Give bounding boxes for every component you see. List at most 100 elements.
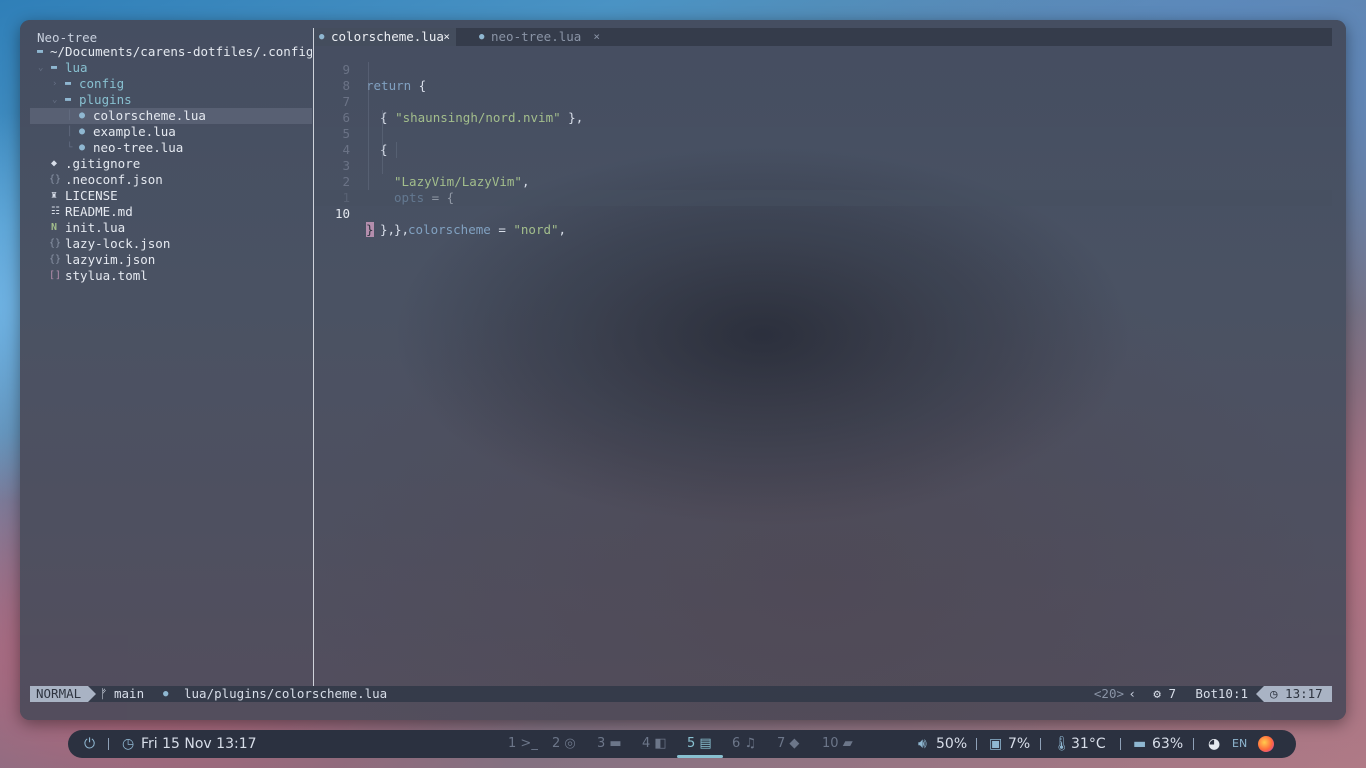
taskbar: ⏻ ◷ Fri 15 Nov 13:17 1 >_ 2 ◎ 3 ▬ 4 ◧ 5 … [68, 730, 1296, 758]
folder-icon: ▬ [65, 78, 72, 89]
tree-item-neo-tree-lua[interactable]: └ ● neo-tree.lua [30, 140, 312, 156]
clock-icon: ◷ [122, 736, 135, 752]
workspace-10[interactable]: 10 ▰ [822, 730, 853, 758]
workspace-2[interactable]: 2 ◎ [552, 730, 576, 758]
git-branch-icon: ᚠ [100, 686, 108, 701]
neovim-editor: Neo-tree ▬ ~/Documents/carens-dotfiles/.… [30, 28, 1332, 706]
toml-icon: [] [49, 270, 62, 281]
workspace-3[interactable]: 3 ▬ [597, 730, 622, 758]
mode-separator [88, 686, 96, 702]
code-line: 9 return { [342, 62, 427, 93]
tree-item-example-lua[interactable]: │ ● example.lua [30, 124, 312, 140]
temperature: 31°C [1071, 736, 1106, 752]
code-line: 4 opts = { [314, 126, 1332, 205]
statusline: NORMAL ᚠ main ● lua/plugins/colorscheme.… [30, 686, 1332, 702]
globe-icon: ◎ [564, 736, 576, 751]
box-icon: ◆ [789, 736, 800, 751]
editor-icon: ▤ [699, 736, 712, 751]
workspace-4[interactable]: 4 ◧ [642, 730, 667, 758]
chevron-down-icon: ⌄ [38, 63, 44, 73]
json-icon: {} [49, 174, 62, 185]
close-icon[interactable]: × [593, 28, 600, 46]
taskbar-separator [1040, 738, 1041, 750]
text-cursor: } [366, 222, 374, 237]
neovim-icon: N [51, 222, 58, 233]
tree-item-init-lua[interactable]: N init.lua [30, 220, 312, 236]
memory-usage: 63% [1152, 736, 1184, 752]
datetime[interactable]: Fri 15 Nov 13:17 [141, 730, 257, 758]
indent-guide: │ [67, 111, 73, 121]
code-buffer[interactable]: 9 return { 8 { "shaunsingh/nord.nvim" },… [314, 46, 1332, 686]
tree-item-config[interactable]: › ▬ config [30, 76, 312, 92]
chevron-down-icon: ⌄ [52, 95, 58, 105]
tree-item-plugins[interactable]: ⌄ ▬ plugins [30, 92, 312, 108]
code-line: 2 }, [314, 158, 1332, 237]
pending-keys: <20> [1093, 686, 1124, 701]
statusline-clock: ◷ 13:17 [1264, 686, 1332, 702]
tree-item-lazyvim-json[interactable]: {} lazyvim.json [30, 252, 312, 268]
neo-tree-root[interactable]: ▬ ~/Documents/carens-dotfiles/.config/n [30, 44, 312, 60]
code-line: 6 { [314, 94, 1332, 157]
tree-item-neoconf-json[interactable]: {} .neoconf.json [30, 172, 312, 188]
lua-icon: ● [163, 689, 169, 699]
git-branch: main [114, 686, 145, 701]
firefox-icon[interactable] [1258, 730, 1274, 758]
diagnostics: ⚙ 7 [1153, 686, 1176, 701]
power-icon[interactable]: ⏻ [84, 730, 95, 758]
workspace-5[interactable]: 5 ▤ [687, 730, 712, 758]
taskbar-separator [1193, 738, 1194, 750]
cpu-usage: 7% [1008, 736, 1031, 752]
thermometer-icon: 🌡︎ [1053, 736, 1071, 752]
lua-icon: ● [319, 32, 325, 42]
music-icon: ♫ [744, 736, 757, 751]
lua-icon: ● [79, 142, 86, 153]
keyboard-layout[interactable]: EN [1232, 730, 1247, 758]
code-line-current: 10 } [314, 190, 1332, 237]
lua-icon: ● [479, 32, 485, 42]
workspace-6[interactable]: 6 ♫ [732, 730, 756, 758]
taskbar-separator [1120, 738, 1121, 750]
folder-open-icon: ▬ [65, 94, 72, 105]
tree-item-stylua-toml[interactable]: [] stylua.toml [30, 268, 312, 284]
indent-guide: └ [67, 143, 73, 153]
json-icon: {} [49, 254, 62, 265]
code-line: 7 [314, 78, 1332, 109]
lua-icon: ● [79, 110, 86, 121]
scroll-position: Bot [1195, 686, 1218, 701]
close-icon[interactable]: × [443, 28, 450, 46]
file-path: lua/plugins/colorscheme.lua [184, 686, 388, 701]
memory-icon: ▬ [1133, 736, 1147, 752]
neo-tree-panel: Neo-tree ▬ ~/Documents/carens-dotfiles/.… [30, 28, 312, 684]
discord-icon[interactable]: ◕ [1208, 730, 1220, 758]
window-icon: ◧ [654, 736, 667, 751]
time-separator [1256, 686, 1264, 702]
volume-icon[interactable]: 🔊︎ [918, 730, 927, 758]
folder-open-icon: ▬ [37, 46, 44, 57]
active-workspace-indicator [677, 755, 723, 758]
taskbar-separator [976, 738, 977, 750]
cpu-icon: ▣ [989, 736, 1003, 752]
tree-item-readme[interactable]: ☷ README.md [30, 204, 312, 220]
workspace-1[interactable]: 1 >_ [508, 730, 538, 758]
tree-item-colorscheme-lua[interactable]: │ ● colorscheme.lua [30, 108, 312, 124]
tree-item-gitignore[interactable]: ◆ .gitignore [30, 156, 312, 172]
tree-item-lazy-lock-json[interactable]: {} lazy-lock.json [30, 236, 312, 252]
git-icon: ◆ [51, 158, 58, 169]
code-line: 3 colorscheme = "nord", [314, 142, 1332, 237]
json-icon: {} [49, 238, 62, 249]
license-icon: ♜ [51, 190, 58, 201]
chat-icon: ▰ [842, 736, 853, 751]
taskbar-separator [108, 738, 109, 750]
folder-icon: ▬ [609, 736, 622, 751]
volume-level[interactable]: 50% [936, 730, 967, 758]
tab-colorscheme-lua[interactable]: ● colorscheme.lua × [314, 28, 456, 46]
tree-item-license[interactable]: ♜ LICENSE [30, 188, 312, 204]
tree-item-lua[interactable]: ⌄ ▬ lua [30, 60, 312, 76]
indent-guide: │ [67, 127, 73, 137]
chevron-left-icon: ‹ [1128, 686, 1136, 701]
tab-neo-tree-lua[interactable]: ● neo-tree.lua × [474, 28, 606, 46]
workspace-7[interactable]: 7 ◆ [777, 730, 799, 758]
code-line: 1 }, [314, 174, 1332, 237]
code-line: 5 "LazyVim/LazyVim", [314, 110, 1332, 189]
folder-open-icon: ▬ [51, 62, 58, 73]
